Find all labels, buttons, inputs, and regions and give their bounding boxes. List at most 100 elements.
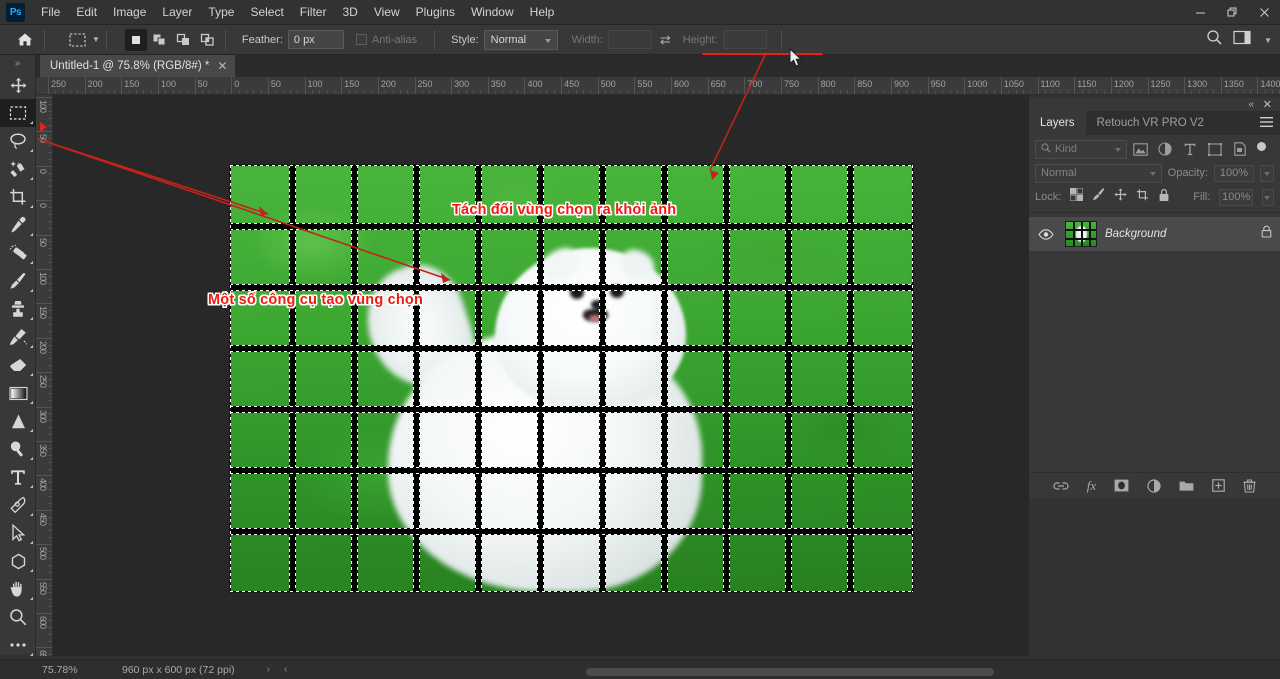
vertical-ruler[interactable]: 1005000501001502002503003504004505005506… xyxy=(36,95,53,656)
panel-menu-icon[interactable] xyxy=(1260,117,1273,129)
filter-type-layers-icon[interactable] xyxy=(1178,139,1202,159)
status-expand-left-icon[interactable]: ‹ xyxy=(284,664,287,675)
tab-retouch-vr-pro-v2[interactable]: Retouch VR PRO V2 xyxy=(1086,111,1215,135)
menu-layer[interactable]: Layer xyxy=(154,2,200,22)
layer-filter-kind-select[interactable]: Kind xyxy=(1035,140,1127,159)
fill-input[interactable]: 100% xyxy=(1219,189,1253,206)
zoom-tool[interactable] xyxy=(0,603,36,631)
eye-icon[interactable] xyxy=(1035,229,1057,240)
shape-tool[interactable] xyxy=(0,547,36,575)
lock-image-pixels-icon[interactable] xyxy=(1092,188,1105,206)
horizontal-ruler[interactable]: 2502001501005005010015020025030035040045… xyxy=(36,77,1280,95)
subtract-from-selection-button[interactable] xyxy=(173,29,195,51)
eyedropper-tool[interactable] xyxy=(0,211,36,239)
fx-icon[interactable]: fx xyxy=(1087,478,1096,494)
plus-square-icon[interactable] xyxy=(1212,479,1225,492)
history-brush-tool[interactable] xyxy=(0,323,36,351)
filter-toggle-switch[interactable] xyxy=(1257,142,1266,151)
rectangular-marquee-tool[interactable] xyxy=(0,99,36,127)
document-dimensions[interactable]: 960 px x 600 px (72 ppi) xyxy=(122,664,235,676)
feather-input[interactable]: 0 px xyxy=(288,30,344,49)
brush-tool[interactable] xyxy=(0,267,36,295)
pen-tool[interactable] xyxy=(0,491,36,519)
menu-edit[interactable]: Edit xyxy=(68,2,105,22)
swap-width-height-icon[interactable]: ⇄ xyxy=(660,32,671,48)
edit-toolbar-button[interactable] xyxy=(0,631,36,659)
zoom-level[interactable]: 75.78% xyxy=(0,664,76,676)
lock-position-icon[interactable] xyxy=(1114,188,1127,206)
lock-artboard-nesting-icon[interactable] xyxy=(1136,188,1149,206)
clone-stamp-tool[interactable] xyxy=(0,295,36,323)
path-selection-tool[interactable] xyxy=(0,519,36,547)
collapse-panel-icon[interactable]: « xyxy=(1248,99,1254,110)
tab-layers[interactable]: Layers xyxy=(1029,111,1086,135)
move-tool[interactable] xyxy=(0,71,36,99)
restore-button[interactable] xyxy=(1216,0,1248,25)
new-selection-button[interactable] xyxy=(125,29,147,51)
layer-mask-icon[interactable] xyxy=(1114,479,1129,492)
opacity-chevron-down-icon[interactable] xyxy=(1260,165,1274,182)
gradient-tool[interactable] xyxy=(0,379,36,407)
spot-healing-brush-tool[interactable] xyxy=(0,239,36,267)
lock-transparent-pixels-icon[interactable] xyxy=(1070,188,1083,206)
menu-file[interactable]: File xyxy=(33,2,68,22)
type-tool[interactable] xyxy=(0,463,36,491)
menu-window[interactable]: Window xyxy=(463,2,522,22)
search-icon[interactable] xyxy=(1206,29,1223,51)
dodge-tool[interactable] xyxy=(0,435,36,463)
trash-icon[interactable] xyxy=(1243,479,1256,493)
layer-row[interactable]: Background xyxy=(1029,217,1280,251)
menu-filter[interactable]: Filter xyxy=(292,2,335,22)
lock-all-icon[interactable] xyxy=(1158,188,1170,207)
intersect-with-selection-button[interactable] xyxy=(197,29,219,51)
horizontal-scrollbar[interactable] xyxy=(586,668,994,676)
menu-plugins[interactable]: Plugins xyxy=(408,2,463,22)
workspace-switcher-icon[interactable] xyxy=(1233,30,1251,50)
lock-icon[interactable] xyxy=(1261,225,1272,243)
hand-tool[interactable] xyxy=(0,575,36,603)
height-input[interactable] xyxy=(723,30,767,49)
menu-image[interactable]: Image xyxy=(105,2,154,22)
blur-tool[interactable] xyxy=(0,407,36,435)
current-tool-preview[interactable] xyxy=(65,29,89,51)
document-canvas[interactable]: Tách đối vùng chọn ra khỏi ảnh Một số cô… xyxy=(230,165,913,592)
half-circle-icon[interactable] xyxy=(1147,479,1161,493)
ruler-minor-tick xyxy=(1162,90,1163,94)
lasso-tool[interactable] xyxy=(0,127,36,155)
tool-preset-chevron-down-icon[interactable]: ▼ xyxy=(92,35,100,44)
menu-view[interactable]: View xyxy=(366,2,408,22)
minimize-button[interactable] xyxy=(1184,0,1216,25)
fill-chevron-down-icon[interactable] xyxy=(1262,189,1274,206)
layer-list[interactable]: Background xyxy=(1029,212,1280,430)
eraser-tool[interactable] xyxy=(0,351,36,379)
menu-help[interactable]: Help xyxy=(522,2,563,22)
add-to-selection-button[interactable] xyxy=(149,29,171,51)
document-tab[interactable]: Untitled-1 @ 75.8% (RGB/8#) * ✕ xyxy=(40,55,235,77)
blend-mode-select[interactable]: Normal xyxy=(1035,164,1162,183)
menu-3d[interactable]: 3D xyxy=(334,2,365,22)
filter-smart-objects-icon[interactable] xyxy=(1228,139,1252,159)
object-selection-tool[interactable] xyxy=(0,155,36,183)
close-panel-icon[interactable]: ✕ xyxy=(1263,98,1272,111)
style-select[interactable]: Normal xyxy=(484,30,558,50)
link-icon[interactable] xyxy=(1053,481,1069,491)
toolbar-grip[interactable]: » xyxy=(0,55,35,71)
folder-icon[interactable] xyxy=(1179,480,1194,492)
antialias-checkbox[interactable] xyxy=(356,34,367,45)
menu-type[interactable]: Type xyxy=(200,2,242,22)
background-thumbnail[interactable] xyxy=(1065,221,1097,247)
width-input[interactable] xyxy=(608,30,652,49)
status-expand-right-icon[interactable]: › xyxy=(267,664,270,675)
filter-shape-layers-icon[interactable] xyxy=(1203,139,1227,159)
close-icon[interactable]: ✕ xyxy=(217,59,227,73)
menu-select[interactable]: Select xyxy=(242,2,291,22)
filter-adjustment-layers-icon[interactable] xyxy=(1153,139,1177,159)
home-icon[interactable] xyxy=(12,27,38,53)
workspace-chevron-down-icon[interactable]: ▼ xyxy=(1264,36,1272,45)
layer-name[interactable]: Background xyxy=(1105,228,1253,240)
canvas-area[interactable]: Tách đối vùng chọn ra khỏi ảnh Một số cô… xyxy=(53,95,1029,656)
opacity-input[interactable]: 100% xyxy=(1214,165,1254,182)
crop-tool[interactable] xyxy=(0,183,36,211)
filter-pixel-layers-icon[interactable] xyxy=(1128,139,1152,159)
close-button[interactable] xyxy=(1248,0,1280,25)
